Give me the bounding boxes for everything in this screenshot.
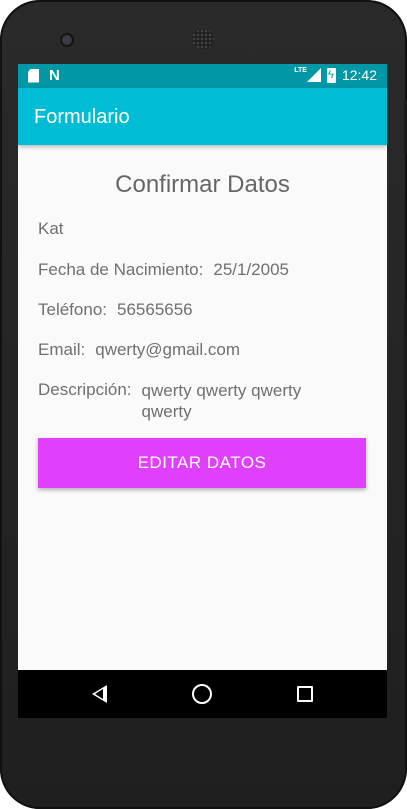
phone-label: Teléfono: xyxy=(38,300,107,319)
status-bar: N LTE 12:42 xyxy=(18,64,387,88)
description-label: Descripción: xyxy=(38,380,132,399)
home-icon[interactable] xyxy=(192,684,212,704)
description-value: qwerty qwerty qwerty qwerty xyxy=(141,381,302,421)
notification-n-icon: N xyxy=(49,67,60,84)
phone-row: Teléfono: 56565656 xyxy=(38,300,193,320)
navigation-bar xyxy=(18,670,387,718)
light-sensor xyxy=(342,36,348,42)
birthdate-label: Fecha de Nacimiento: xyxy=(38,260,204,279)
email-row: Email: qwerty@gmail.com xyxy=(38,340,240,360)
name-row: Kat xyxy=(38,219,64,239)
lte-label: LTE xyxy=(294,67,307,74)
proximity-sensor xyxy=(328,36,334,42)
email-value: qwerty@gmail.com xyxy=(95,340,241,359)
recent-apps-icon[interactable] xyxy=(297,686,313,702)
edit-data-button[interactable]: EDITAR DATOS xyxy=(38,438,366,488)
back-icon[interactable] xyxy=(92,685,107,703)
signal-icon xyxy=(306,68,321,82)
description-row: Descripción: qwerty qwerty qwerty qwerty xyxy=(38,380,342,422)
birthdate-row: Fecha de Nacimiento: 25/1/2005 xyxy=(38,260,289,280)
phone-value: 56565656 xyxy=(117,300,193,319)
birthdate-value: 25/1/2005 xyxy=(213,260,290,279)
front-camera xyxy=(62,35,72,45)
battery-charging-icon xyxy=(326,67,336,83)
email-label: Email: xyxy=(38,340,86,359)
name-value: Kat xyxy=(38,219,64,238)
earpiece-speaker xyxy=(192,29,214,49)
clock: 12:42 xyxy=(341,67,377,83)
page-title: Confirmar Datos xyxy=(115,171,290,198)
screen: N LTE 12:42 Formulario Confirmar Datos K… xyxy=(18,64,387,670)
sd-card-icon xyxy=(28,68,39,83)
app-title: Formulario xyxy=(34,106,130,128)
app-bar: Formulario xyxy=(18,88,387,145)
